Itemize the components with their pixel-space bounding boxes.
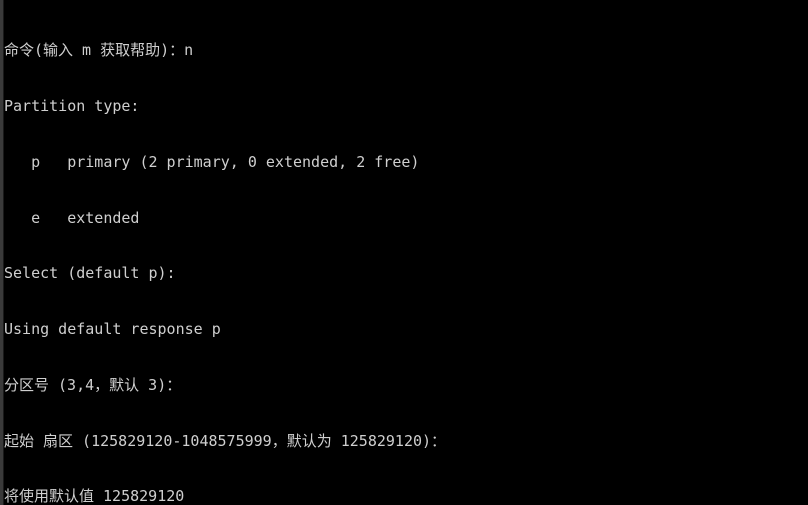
terminal-line: 将使用默认值 125829120: [4, 487, 185, 505]
terminal-line: Using default response p: [4, 320, 221, 339]
terminal-line: 分区号 (3,4，默认 3)：: [4, 375, 182, 394]
terminal-window[interactable]: 命令(输入 m 获取帮助)：n Partition type: p primar…: [0, 0, 808, 505]
terminal-line: 命令(输入 m 获取帮助)：n: [4, 41, 194, 60]
terminal-line: p primary (2 primary, 0 extended, 2 free…: [4, 152, 420, 171]
terminal-line: Partition type:: [4, 96, 140, 115]
terminal-line: e extended: [4, 208, 140, 227]
terminal-line: 起始 扇区 (125829120-1048575999，默认为 12582912…: [4, 431, 447, 450]
terminal-screen[interactable]: 命令(输入 m 获取帮助)：n Partition type: p primar…: [4, 4, 808, 505]
terminal-line: Select (default p):: [4, 264, 176, 283]
